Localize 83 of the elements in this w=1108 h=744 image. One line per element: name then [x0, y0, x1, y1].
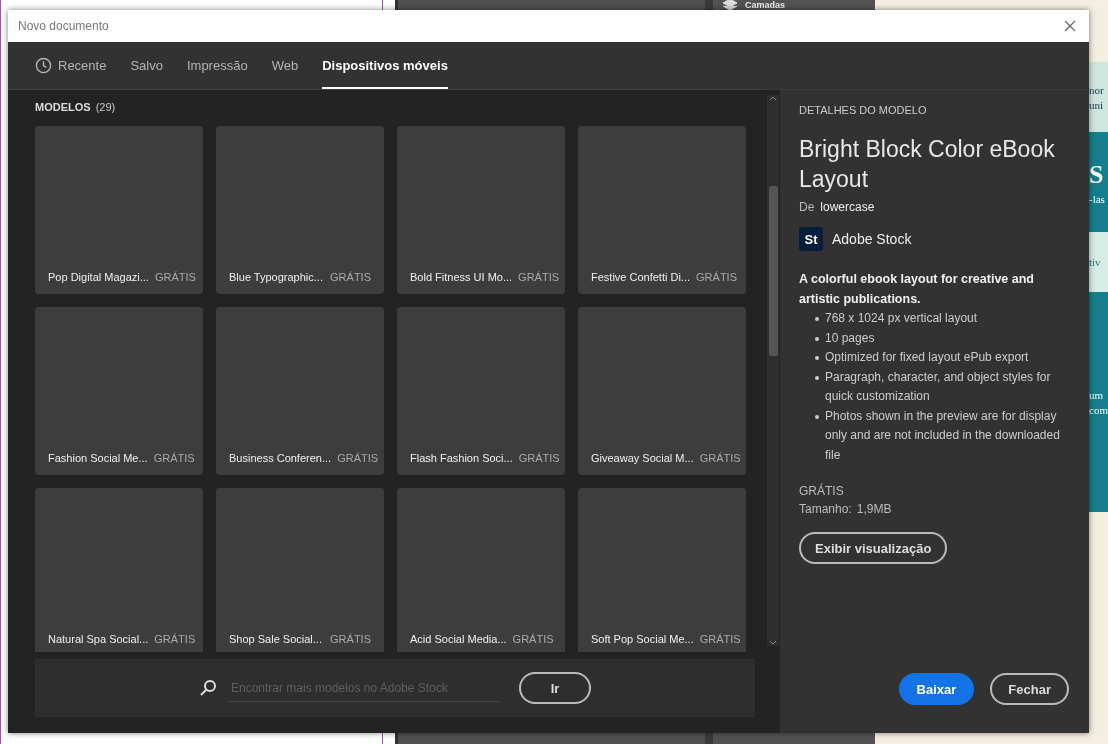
size-label: Tamanho: [799, 502, 852, 516]
feature-text: Photos shown in the preview are for display only and are not included in the downloaded file [825, 407, 1061, 464]
scrollbar-thumb[interactable] [768, 186, 778, 356]
template-price: GRÁTIS [696, 271, 737, 283]
document-text: com [1089, 403, 1108, 416]
template-name: Acid Social Media... [410, 633, 507, 645]
size-value: 1,9MB [856, 502, 892, 516]
template-name: Flash Fashion Soci... [410, 452, 513, 464]
template-price: GRÁTIS [699, 452, 741, 464]
stock-logo-icon: St [799, 227, 823, 251]
template-card[interactable]: Fashion Social Me... GRÁTIS [35, 307, 203, 475]
clock-icon [35, 57, 52, 74]
price-text: GRÁTIS [799, 484, 844, 498]
bullet-icon [815, 317, 819, 321]
template-card[interactable]: Shop Sale Social... GRÁTIS [216, 488, 384, 652]
template-name: Shop Sale Social... [229, 633, 322, 645]
tab[interactable]: Impressão [186, 42, 248, 89]
template-price: GRÁTIS [518, 452, 560, 464]
template-price: GRÁTIS [154, 633, 196, 645]
templates-heading-label: MODELOS [35, 101, 91, 113]
template-price: GRÁTIS [512, 633, 554, 645]
scroll-down-icon [769, 640, 777, 646]
document-text: -las [1089, 192, 1106, 205]
template-name: Blue Typographic... [229, 271, 323, 283]
feature-text: 768 x 1024 px vertical layout [825, 310, 978, 327]
template-card[interactable]: Giveaway Social M... GRÁTIS [578, 307, 746, 475]
template-name: Natural Spa Social... [48, 633, 149, 645]
template-card[interactable]: Soft Pop Social Me... GRÁTIS [578, 488, 746, 652]
template-name: Soft Pop Social Me... [591, 633, 694, 645]
template-price: GRÁTIS [154, 271, 196, 283]
layers-icon [723, 0, 737, 11]
template-price: GRÁTIS [699, 633, 741, 645]
template-price: GRÁTIS [153, 452, 195, 464]
close-icon [1064, 20, 1076, 32]
preview-button[interactable]: Exibir visualização [799, 532, 948, 564]
template-title: Bright Block Color eBook Layout [799, 135, 1056, 194]
details-heading: DETALHES DO MODELO [799, 104, 928, 116]
templates-count: (29) [95, 101, 116, 113]
template-price: GRÁTIS [518, 271, 560, 283]
template-price: GRÁTIS [337, 452, 379, 464]
go-button[interactable]: Ir [519, 672, 591, 704]
document-text: S [1089, 159, 1105, 190]
download-button[interactable]: Baixar [898, 673, 975, 705]
template-name: Giveaway Social M... [591, 452, 694, 464]
tab[interactable]: Salvo [130, 42, 163, 89]
template-card[interactable]: Natural Spa Social... GRÁTIS [35, 488, 203, 652]
template-name: Pop Digital Magazi... [48, 271, 149, 283]
template-price: GRÁTIS [330, 271, 371, 283]
document-text: nor [1089, 83, 1105, 96]
scrollbar[interactable] [767, 95, 779, 646]
document-text: um [1089, 388, 1105, 401]
search-icon [199, 679, 217, 697]
template-card[interactable]: Blue Typographic... GRÁTIS [216, 126, 384, 294]
template-description: A colorful ebook layout for creative and artistic publications. [799, 271, 1035, 308]
template-card[interactable]: Acid Social Media... GRÁTIS [397, 488, 565, 652]
bullet-icon [815, 356, 819, 360]
source-name: Adobe Stock [832, 231, 912, 247]
tab[interactable]: Web [271, 42, 299, 89]
document-text: tiv [1089, 256, 1102, 268]
template-name: Fashion Social Me... [48, 452, 148, 464]
template-card[interactable]: Pop Digital Magazi... GRÁTIS [35, 126, 203, 294]
template-card[interactable]: Festive Confetti Di... GRÁTIS [578, 126, 746, 294]
template-card[interactable]: Bold Fitness UI Mo... GRÁTIS [397, 126, 565, 294]
template-card[interactable]: Business Conferen... GRÁTIS [216, 307, 384, 475]
template-price: GRÁTIS [330, 633, 371, 645]
feature-text: Paragraph, character, and object styles for quick customization [825, 368, 1052, 405]
feature-text: Optimized for fixed layout ePub export [825, 349, 1029, 366]
bullet-icon [815, 336, 819, 341]
bullet-icon [815, 414, 819, 419]
author-label: De [799, 200, 815, 214]
close-dialog-button[interactable]: Fechar [990, 673, 1069, 705]
feature-text: 10 pages [825, 329, 875, 347]
document-text: uni [1089, 98, 1105, 111]
scroll-up-icon [769, 95, 777, 101]
template-name: Festive Confetti Di... [591, 271, 691, 283]
template-name: Bold Fitness UI Mo... [410, 271, 513, 283]
template-card[interactable]: Flash Fashion Soci... GRÁTIS [397, 307, 565, 475]
template-name: Business Conferen... [229, 452, 332, 464]
author-name: lowercase [820, 200, 875, 214]
bullet-icon [815, 375, 819, 380]
window-title: Novo documento [18, 19, 109, 33]
layers-panel-title: Camadas [723, 0, 875, 10]
tab[interactable]: Recente [35, 42, 107, 89]
